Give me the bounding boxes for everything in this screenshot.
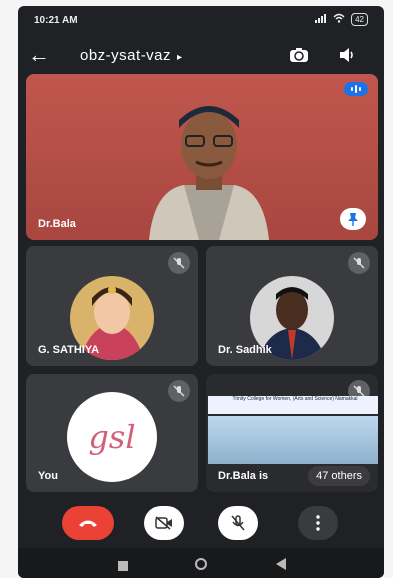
switch-camera-icon[interactable] (288, 44, 310, 66)
hang-up-icon (79, 520, 97, 527)
mic-off-icon (348, 252, 370, 274)
more-options-button[interactable] (298, 506, 338, 540)
back-arrow-icon[interactable]: ← (28, 42, 50, 68)
mic-off-icon (231, 515, 245, 531)
status-icons: 42 (315, 13, 368, 26)
meet-screen: 10:21 AM 42 ← obz-ysat-vaz ▸ Dr.Bala G. … (18, 6, 384, 578)
signal-icon (315, 13, 327, 26)
others-tile[interactable]: Trinity College for Women, (Arts and Sci… (206, 374, 378, 492)
more-vert-icon (316, 515, 320, 531)
status-time: 10:21 AM (34, 15, 78, 26)
participant-name: Dr. Sadhik (218, 344, 272, 356)
main-video-tile[interactable]: Dr.Bala (26, 74, 378, 240)
wifi-icon (333, 13, 345, 26)
recents-icon[interactable] (118, 558, 128, 576)
call-controls (18, 506, 384, 546)
battery-icon: 42 (351, 13, 368, 26)
back-icon[interactable] (276, 557, 286, 575)
self-tile[interactable]: gsl You (26, 374, 198, 492)
home-icon[interactable] (195, 557, 207, 575)
camera-toggle-button[interactable] (144, 506, 184, 540)
participant-tile[interactable]: Dr. Sadhik (206, 246, 378, 366)
mic-off-icon (168, 252, 190, 274)
meeting-code-text: obz-ysat-vaz (80, 47, 172, 64)
participant-video (149, 106, 269, 240)
meeting-code[interactable]: obz-ysat-vaz ▸ (80, 47, 183, 64)
participant-name: G. SATHIYA (38, 344, 100, 356)
mic-toggle-button[interactable] (218, 506, 258, 540)
system-nav-bar (18, 548, 384, 578)
camera-off-icon (155, 516, 172, 530)
call-header: ← obz-ysat-vaz ▸ (18, 38, 384, 74)
pin-icon[interactable] (340, 208, 366, 230)
profile-logo: gsl (67, 392, 157, 482)
presenter-name: Dr.Bala is (218, 470, 269, 482)
self-name: You (38, 470, 58, 482)
mic-off-icon (168, 380, 190, 402)
presentation-banner: Trinity College for Women, (Arts and Sci… (208, 396, 378, 414)
presentation-image (208, 416, 378, 464)
end-call-button[interactable] (62, 506, 114, 540)
speaker-icon[interactable] (336, 44, 358, 66)
others-count[interactable]: 47 others (308, 466, 370, 486)
speaking-indicator-icon (344, 82, 368, 96)
meeting-info-arrow-icon: ▸ (177, 52, 183, 63)
participant-name: Dr.Bala (38, 218, 76, 230)
status-bar: 10:21 AM 42 (18, 6, 384, 34)
participant-tile[interactable]: G. SATHIYA (26, 246, 198, 366)
